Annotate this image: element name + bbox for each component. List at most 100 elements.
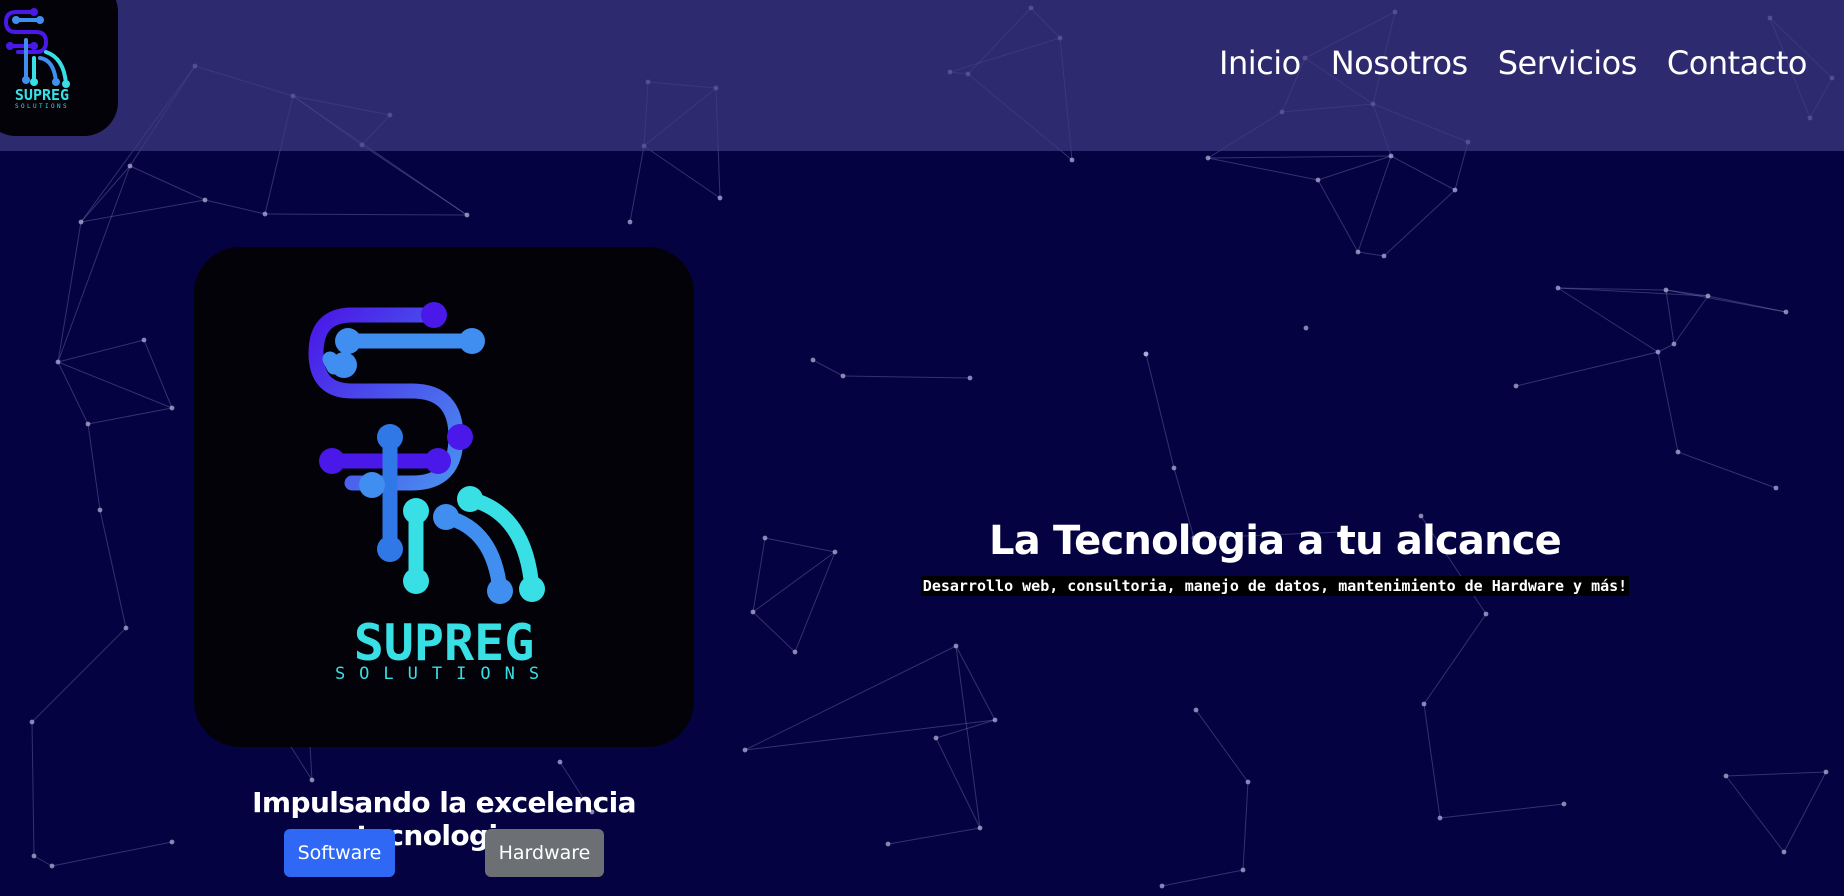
network-node	[1723, 773, 1729, 779]
network-node	[742, 747, 748, 753]
network-node	[1437, 815, 1443, 821]
network-node	[1171, 465, 1177, 471]
navbar-brand-logo[interactable]: SUPREG SOLUTIONS	[0, 0, 118, 136]
network-line	[57, 221, 82, 363]
network-node	[309, 777, 315, 783]
network-node	[1781, 849, 1787, 855]
network-node	[1315, 177, 1321, 183]
network-line	[1242, 781, 1249, 871]
sr-logo-icon: SUPREG SOLUTIONS	[308, 302, 545, 684]
network-line	[955, 645, 981, 829]
network-line	[31, 627, 127, 723]
network-node	[1205, 155, 1211, 161]
network-node	[123, 625, 129, 631]
network-line	[752, 537, 766, 613]
network-node	[1783, 309, 1789, 315]
network-line	[204, 199, 266, 215]
network-line	[935, 737, 981, 829]
nav-link-servicios[interactable]: Servicios	[1498, 44, 1638, 82]
network-node	[557, 759, 563, 765]
network-node	[1655, 349, 1661, 355]
network-node	[717, 195, 723, 201]
network-node	[1069, 157, 1075, 163]
network-node	[1561, 801, 1567, 807]
network-node	[31, 853, 37, 859]
network-line	[1707, 295, 1787, 313]
network-line	[129, 165, 206, 201]
network-node	[792, 649, 798, 655]
network-node	[1245, 779, 1251, 785]
network-line	[80, 165, 131, 223]
network-line	[1357, 251, 1385, 257]
network-node	[169, 405, 175, 411]
network-node	[810, 357, 816, 363]
network-node	[1303, 325, 1309, 331]
network-line	[842, 375, 971, 379]
network-node	[1388, 153, 1394, 159]
software-button[interactable]: Software	[284, 829, 395, 877]
network-node	[967, 375, 973, 381]
network-node	[262, 211, 268, 217]
network-node	[1159, 883, 1165, 889]
network-node	[1193, 707, 1199, 713]
network-line	[87, 423, 101, 511]
network-node	[762, 535, 768, 541]
network-node	[1452, 187, 1458, 193]
network-line	[955, 645, 996, 721]
hero-logo-card: SUPREG SOLUTIONS	[194, 247, 694, 747]
network-node	[885, 841, 891, 847]
network-line	[1515, 351, 1659, 387]
nav-link-nosotros[interactable]: Nosotros	[1331, 44, 1469, 82]
network-node	[1705, 293, 1711, 299]
hardware-button[interactable]: Hardware	[485, 829, 604, 877]
network-line	[1725, 775, 1785, 853]
network-node	[992, 717, 998, 723]
network-line	[1665, 289, 1675, 345]
network-line	[51, 841, 173, 867]
network-node	[1421, 701, 1427, 707]
network-line	[99, 509, 127, 629]
hero-tagline: Impulsando la excelencia tecnologica	[252, 786, 636, 852]
network-node	[1143, 351, 1149, 357]
nav-link-contacto[interactable]: Contacto	[1667, 44, 1808, 82]
network-node	[202, 197, 208, 203]
network-line	[31, 721, 35, 857]
network-line	[1317, 155, 1392, 181]
network-node	[97, 507, 103, 513]
nav-link-inicio[interactable]: Inicio	[1219, 44, 1301, 82]
network-node	[1381, 253, 1387, 259]
network-node	[169, 839, 175, 845]
hero-subheadline-wrap: Desarrollo web, consultoria, manejo de d…	[820, 576, 1730, 596]
network-line	[87, 407, 173, 425]
network-node	[953, 643, 959, 649]
brand-logo-icon: SUPREG SOLUTIONS	[3, 8, 70, 110]
network-line	[1390, 155, 1456, 191]
network-line	[1657, 343, 1675, 353]
network-line	[33, 855, 53, 867]
network-line	[629, 145, 645, 223]
network-line	[57, 361, 173, 409]
network-node	[933, 735, 939, 741]
network-node	[840, 373, 846, 379]
network-node	[1773, 485, 1779, 491]
nav-links: Inicio Nosotros Servicios Contacto	[1219, 44, 1807, 82]
network-line	[1423, 703, 1441, 819]
network-line	[1657, 351, 1679, 453]
network-node	[627, 219, 633, 225]
network-node	[1555, 285, 1561, 291]
network-line	[1317, 179, 1359, 253]
network-line	[643, 145, 721, 199]
network-node	[1663, 287, 1669, 293]
network-line	[744, 719, 996, 751]
network-line	[935, 719, 996, 739]
navbar: SUPREG SOLUTIONS Inicio Nosotros Servici…	[0, 0, 1844, 151]
network-node	[464, 212, 470, 218]
network-line	[1677, 451, 1777, 489]
network-line	[143, 339, 173, 409]
network-line	[744, 645, 957, 751]
network-line	[57, 361, 89, 425]
network-node	[1675, 449, 1681, 455]
network-node	[1671, 341, 1677, 347]
network-line	[1195, 709, 1249, 783]
network-line	[1783, 771, 1827, 853]
